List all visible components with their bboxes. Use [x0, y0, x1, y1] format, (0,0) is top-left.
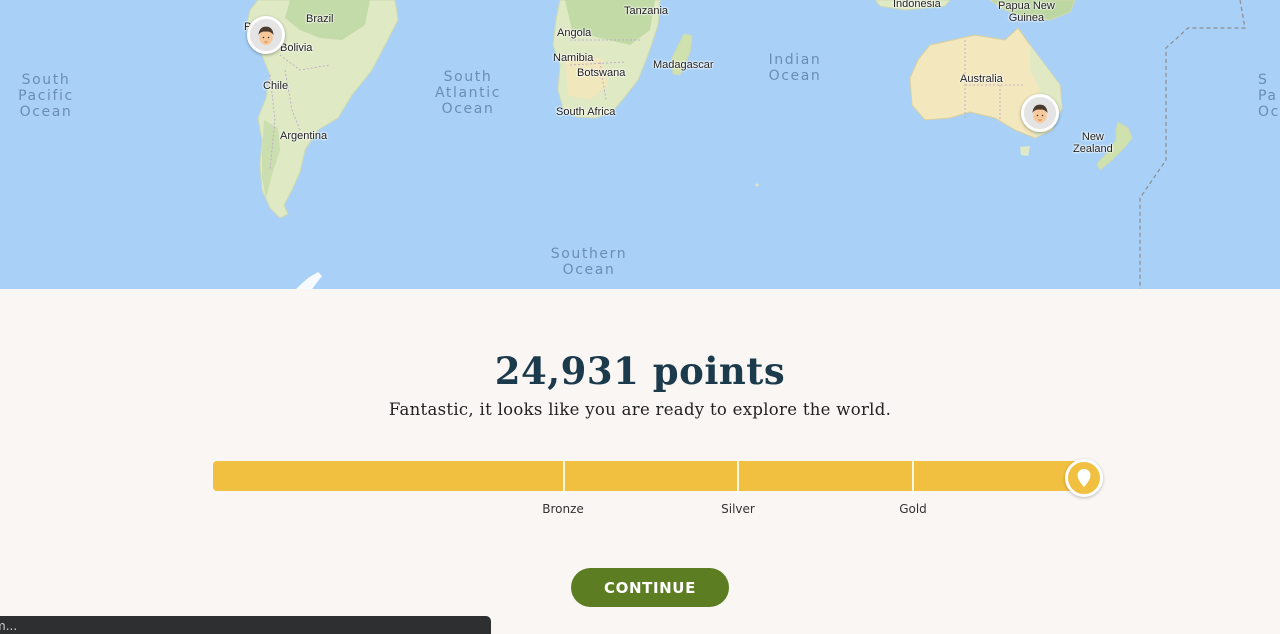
country-label: Australia [960, 73, 1003, 85]
tier-label-bronze: Bronze [542, 502, 584, 516]
progress-bar [213, 461, 1088, 491]
country-label: Madagascar [653, 59, 714, 71]
player-avatar-marker[interactable] [1021, 94, 1059, 132]
result-message: Fantastic, it looks like you are ready t… [388, 400, 892, 419]
tier-label-silver: Silver [721, 502, 755, 516]
tasmania-landmass [1020, 146, 1030, 156]
gold-tick [912, 461, 914, 495]
ocean-label: Indian Ocean [768, 52, 822, 84]
country-label: Namibia [553, 52, 594, 64]
location-pin-icon [1077, 469, 1091, 487]
continue-button[interactable]: CONTINUE [571, 568, 729, 607]
tier-label-gold: Gold [899, 502, 927, 516]
results-panel: 24,931 points Fantastic, it looks like y… [0, 289, 1280, 634]
status-popup: m... [0, 616, 491, 634]
score-points: 24,931 points [494, 349, 786, 393]
avatar-icon [250, 19, 282, 51]
silver-tick [737, 461, 739, 495]
status-popup-text: m... [0, 619, 18, 633]
country-label: Tanzania [624, 5, 669, 17]
ocean-label: South Pacific Ocean [18, 72, 74, 120]
country-label: Angola [557, 27, 592, 39]
avatar-icon [1024, 97, 1056, 129]
country-label: Argentina [280, 130, 328, 142]
country-label: South Africa [556, 106, 616, 118]
ocean-label: S Pa Oc [1258, 72, 1280, 120]
progress-marker [1065, 459, 1103, 497]
player-avatar-marker[interactable] [247, 16, 285, 54]
ocean-label: South Atlantic Ocean [434, 69, 502, 117]
country-label: Indonesia [893, 0, 941, 10]
country-label: Chile [263, 80, 289, 92]
country-label: Papua New Guinea [998, 0, 1055, 24]
country-label: Botswana [577, 67, 626, 79]
bronze-tick [563, 461, 565, 495]
ocean-label: Southern Ocean [550, 246, 628, 278]
country-label: Bolivia [280, 42, 313, 54]
world-map[interactable]: South Pacific Ocean South Atlantic Ocean… [0, 0, 1280, 289]
country-label: New Zealand [1073, 131, 1113, 155]
country-label: Brazil [306, 13, 334, 25]
